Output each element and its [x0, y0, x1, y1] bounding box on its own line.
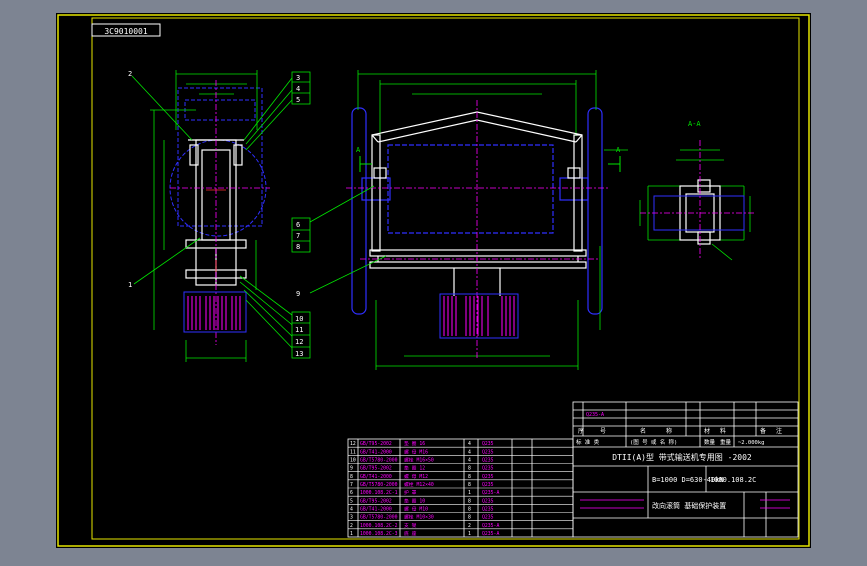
- bom-cell: Q235: [482, 515, 494, 521]
- std-cell-1: 标 准 类: [576, 438, 600, 446]
- bom-cell: 8: [468, 474, 471, 480]
- bom-cell: 螺栓 M16×50: [404, 457, 434, 464]
- header-remark: 备: [760, 427, 766, 435]
- bom-cell: Q235: [482, 507, 494, 513]
- balloon-4: 4: [296, 85, 300, 93]
- bom-cell: Q235: [482, 458, 494, 464]
- std-cell-4: 重量: [720, 438, 732, 446]
- bom-cell: Q235: [482, 449, 494, 455]
- bom-cell: 6: [350, 490, 353, 496]
- std-cell-2: (图 号 或 名 称): [630, 438, 677, 446]
- bom-cell: 1: [468, 531, 471, 537]
- bom-cell: 护 罩: [404, 489, 417, 496]
- bom-cell: 4: [468, 458, 471, 464]
- header-no2: 号: [600, 428, 606, 435]
- cad-window: 3C9010001 2 3 4 5 1 10 11 12 13 A A 6 7 …: [0, 0, 867, 562]
- bom-cell: GB/T5780-2000: [360, 515, 398, 521]
- bom-cell: 8: [468, 507, 471, 513]
- bom-cell: Q235-A: [482, 531, 499, 537]
- bom-cell: 8: [350, 474, 353, 480]
- bom-cell: Q235-A: [482, 523, 499, 529]
- bom-cell: 8: [468, 482, 471, 488]
- bom-cell: 1000.108.2C-1: [360, 490, 398, 496]
- bom-cell: Q235: [482, 474, 494, 480]
- drawing-code: 1000.108.2C: [710, 476, 756, 484]
- bom-cell: GB/T41-2000: [360, 507, 392, 513]
- balloon-9: 9: [296, 290, 300, 298]
- header-material2: 料: [720, 427, 726, 435]
- bom-cell: 2: [468, 523, 471, 529]
- bom-cell: 7: [350, 482, 353, 488]
- header-name: 名: [640, 427, 646, 435]
- bom-cell: Q235: [482, 466, 494, 472]
- bom-cell: 垫 圈 10: [404, 497, 425, 504]
- bom-cell: GB/T41-2000: [360, 449, 392, 455]
- bom-cell: 3: [350, 515, 353, 521]
- bom-cell: GB/T95-2002: [360, 466, 392, 472]
- bom-cell: 1000.108.2C-3: [360, 531, 398, 537]
- balloon-8: 8: [296, 243, 300, 251]
- bom-cell: 8: [468, 498, 471, 504]
- balloon-11: 11: [295, 326, 303, 334]
- bom-cell: 10: [350, 458, 356, 464]
- part-title: 改向滚筒 基础保护装置: [652, 501, 726, 510]
- bom-cell: 螺栓 M10×30: [404, 514, 434, 521]
- title-top-row-material: Q235-A: [586, 412, 604, 418]
- bom-cell: Q235-A: [482, 490, 499, 496]
- bom-cell: 5: [350, 498, 353, 504]
- balloon-5: 5: [296, 96, 300, 104]
- bom-cell: 1: [350, 531, 353, 537]
- header-remark2: 注: [776, 427, 782, 435]
- bom-cell: 螺 母 M16: [404, 448, 428, 455]
- header-name2: 称: [666, 427, 672, 435]
- bom-cell: 支 架: [404, 522, 417, 529]
- bom-cell: 4: [468, 441, 471, 447]
- balloon-2: 2: [128, 70, 132, 78]
- series-title: DTII(A)型 带式输送机专用图 -2002: [612, 452, 752, 462]
- bom-cell: 底 座: [404, 530, 417, 537]
- bom-cell: 8: [468, 515, 471, 521]
- balloon-6: 6: [296, 221, 300, 229]
- balloon-13: 13: [295, 350, 303, 358]
- balloon-3: 3: [296, 74, 300, 82]
- bom-cell: 垫 圈 12: [404, 465, 425, 472]
- bom-cell: 螺栓 M12×40: [404, 481, 434, 488]
- sheet-background: [56, 13, 811, 548]
- header-no: 序: [578, 427, 584, 435]
- balloon-12: 12: [295, 338, 303, 346]
- bom-cell: 1: [468, 490, 471, 496]
- header-material: 材: [704, 427, 710, 435]
- bom-cell: 4: [468, 449, 471, 455]
- std-cell-3: 数量: [704, 438, 716, 446]
- bom-cell: Q235: [482, 498, 494, 504]
- std-cell-5: ~2.000kg: [738, 440, 765, 446]
- bom-cell: GB/T5780-2000: [360, 458, 398, 464]
- bom-cell: 垫 圈 16: [404, 440, 425, 447]
- drawing-number: 3C9010001: [104, 27, 148, 36]
- bom-cell: GB/T41-2000: [360, 474, 392, 480]
- balloon-10: 10: [295, 315, 303, 323]
- balloon-7: 7: [296, 232, 300, 240]
- bom-cell: 2: [350, 523, 353, 529]
- bom-cell: 9: [350, 466, 353, 472]
- bom-cell: GB/T5780-2000: [360, 482, 398, 488]
- cad-drawing: 3C9010001 2 3 4 5 1 10 11 12 13 A A 6 7 …: [56, 13, 811, 548]
- bom-cell: 1000.108.2C-2: [360, 523, 398, 529]
- balloon-1: 1: [128, 281, 132, 289]
- bom-cell: Q235: [482, 482, 494, 488]
- bom-cell: 螺 母 M10: [404, 506, 428, 513]
- bom-cell: 8: [468, 466, 471, 472]
- bom-cell: 螺 母 M12: [404, 473, 428, 480]
- bom-cell: 12: [350, 441, 356, 447]
- bom-cell: 11: [350, 449, 356, 455]
- bom-cell: GB/T95-2002: [360, 441, 392, 447]
- section-label: A-A: [688, 120, 701, 128]
- bom-cell: Q235: [482, 441, 494, 447]
- bom-cell: GB/T95-2002: [360, 498, 392, 504]
- bom-cell: 4: [350, 507, 353, 513]
